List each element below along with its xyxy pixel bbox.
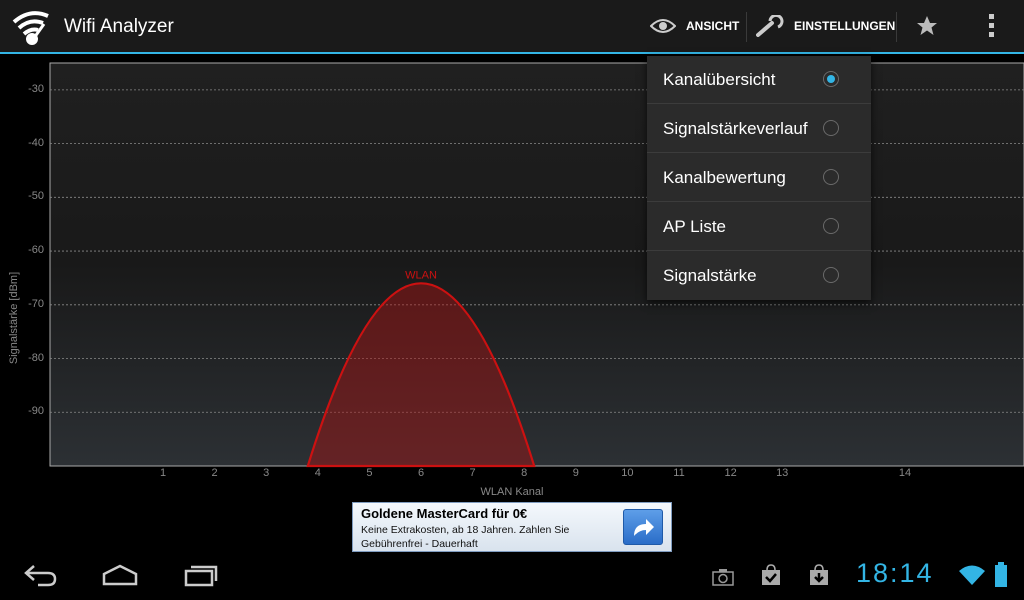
system-bar: 18:14 — [0, 552, 1024, 600]
radio-icon[interactable] — [823, 218, 839, 234]
plot-background — [49, 62, 1024, 467]
shopping-bag-check-icon[interactable] — [760, 564, 782, 586]
x-tick-label: 14 — [898, 467, 912, 479]
screenshot-icon[interactable] — [712, 568, 734, 586]
overflow-menu-icon — [989, 14, 994, 37]
x-tick-label: 8 — [521, 467, 528, 479]
star-icon — [917, 16, 937, 35]
home-icon[interactable] — [100, 562, 140, 588]
x-tick-label: 12 — [724, 467, 737, 479]
ad-open-button[interactable] — [623, 509, 663, 545]
y-tick-label: -70 — [28, 297, 44, 310]
ad-text: Keine Extrakosten, ab 18 Jahren. Zahlen … — [361, 524, 570, 550]
menu-item-signalstaerkeverlauf[interactable]: Signalstärkeverlauf — [647, 105, 871, 153]
shopping-bag-download-icon[interactable] — [808, 564, 830, 586]
menu-item-label: Kanalbewertung — [663, 168, 786, 187]
clock[interactable]: 18:14 — [856, 558, 934, 589]
radio-icon[interactable] — [823, 120, 839, 136]
wrench-icon — [756, 15, 784, 37]
menu-item-signalstaerke[interactable]: Signalstärke — [647, 252, 871, 300]
x-tick-label: 7 — [469, 467, 476, 479]
menu-item-label: Signalstärke — [663, 266, 757, 285]
settings-button-label: EINSTELLUNGEN — [794, 19, 896, 33]
y-tick-label: -60 — [28, 244, 44, 257]
y-tick-label: -50 — [28, 190, 44, 203]
menu-item-label: Kanalübersicht — [663, 70, 776, 89]
menu-item-label: AP Liste — [663, 217, 727, 236]
divider — [746, 12, 747, 42]
view-button[interactable]: ANSICHT — [650, 0, 739, 52]
network-label: WLAN — [405, 269, 437, 281]
divider — [896, 12, 897, 42]
x-tick-label: 6 — [417, 467, 425, 479]
x-tick-label: 11 — [673, 467, 685, 479]
x-tick-label: 13 — [776, 467, 789, 479]
action-bar: Wifi Analyzer ANSICHT EINSTELLUNGEN — [0, 0, 1024, 54]
x-tick-label: 2 — [211, 467, 218, 479]
wifi-analyzer-app-icon[interactable] — [10, 6, 54, 50]
menu-item-label: Signalstärkeverlauf — [663, 119, 808, 138]
ad-title: Goldene MasterCard für 0€ — [361, 506, 528, 521]
wifi-signal-icon — [959, 565, 985, 585]
x-axis-label: WLAN Kanal — [480, 486, 544, 498]
x-tick-label: 4 — [314, 467, 321, 479]
favorite-button[interactable] — [916, 0, 948, 52]
view-dropdown-menu: Kanalübersicht Signalstärkeverlauf Kanal… — [647, 56, 871, 300]
ad-banner[interactable]: Goldene MasterCard für 0€ Keine Extrakos… — [352, 502, 672, 552]
menu-item-kanalbewertung[interactable]: Kanalbewertung — [647, 154, 871, 202]
eye-icon — [650, 19, 676, 33]
x-tick-label: 1 — [159, 467, 167, 479]
share-arrow-icon — [634, 519, 654, 536]
y-tick-label: -80 — [28, 351, 44, 364]
back-icon[interactable] — [22, 562, 58, 588]
overflow-menu-button[interactable] — [986, 0, 1006, 52]
settings-button[interactable]: EINSTELLUNGEN — [756, 0, 895, 52]
app-title: Wifi Analyzer — [64, 16, 174, 37]
x-tick-label: 10 — [621, 467, 634, 479]
y-tick-label: -40 — [28, 136, 44, 149]
x-tick-label: 9 — [572, 467, 579, 479]
x-tick-label: 5 — [366, 467, 373, 479]
menu-item-ap-liste[interactable]: AP Liste — [647, 203, 871, 251]
x-tick-label: 3 — [263, 467, 270, 479]
radio-icon[interactable] — [823, 267, 839, 283]
radio-selected-icon[interactable] — [823, 71, 839, 87]
radio-icon[interactable] — [823, 169, 839, 185]
recent-apps-icon[interactable] — [182, 562, 220, 588]
battery-icon — [995, 562, 1007, 587]
menu-item-kanaluebersicht[interactable]: Kanalübersicht — [647, 56, 871, 104]
y-tick-label: -30 — [28, 82, 44, 95]
y-tick-label: -90 — [28, 405, 44, 418]
view-button-label: ANSICHT — [686, 19, 740, 33]
